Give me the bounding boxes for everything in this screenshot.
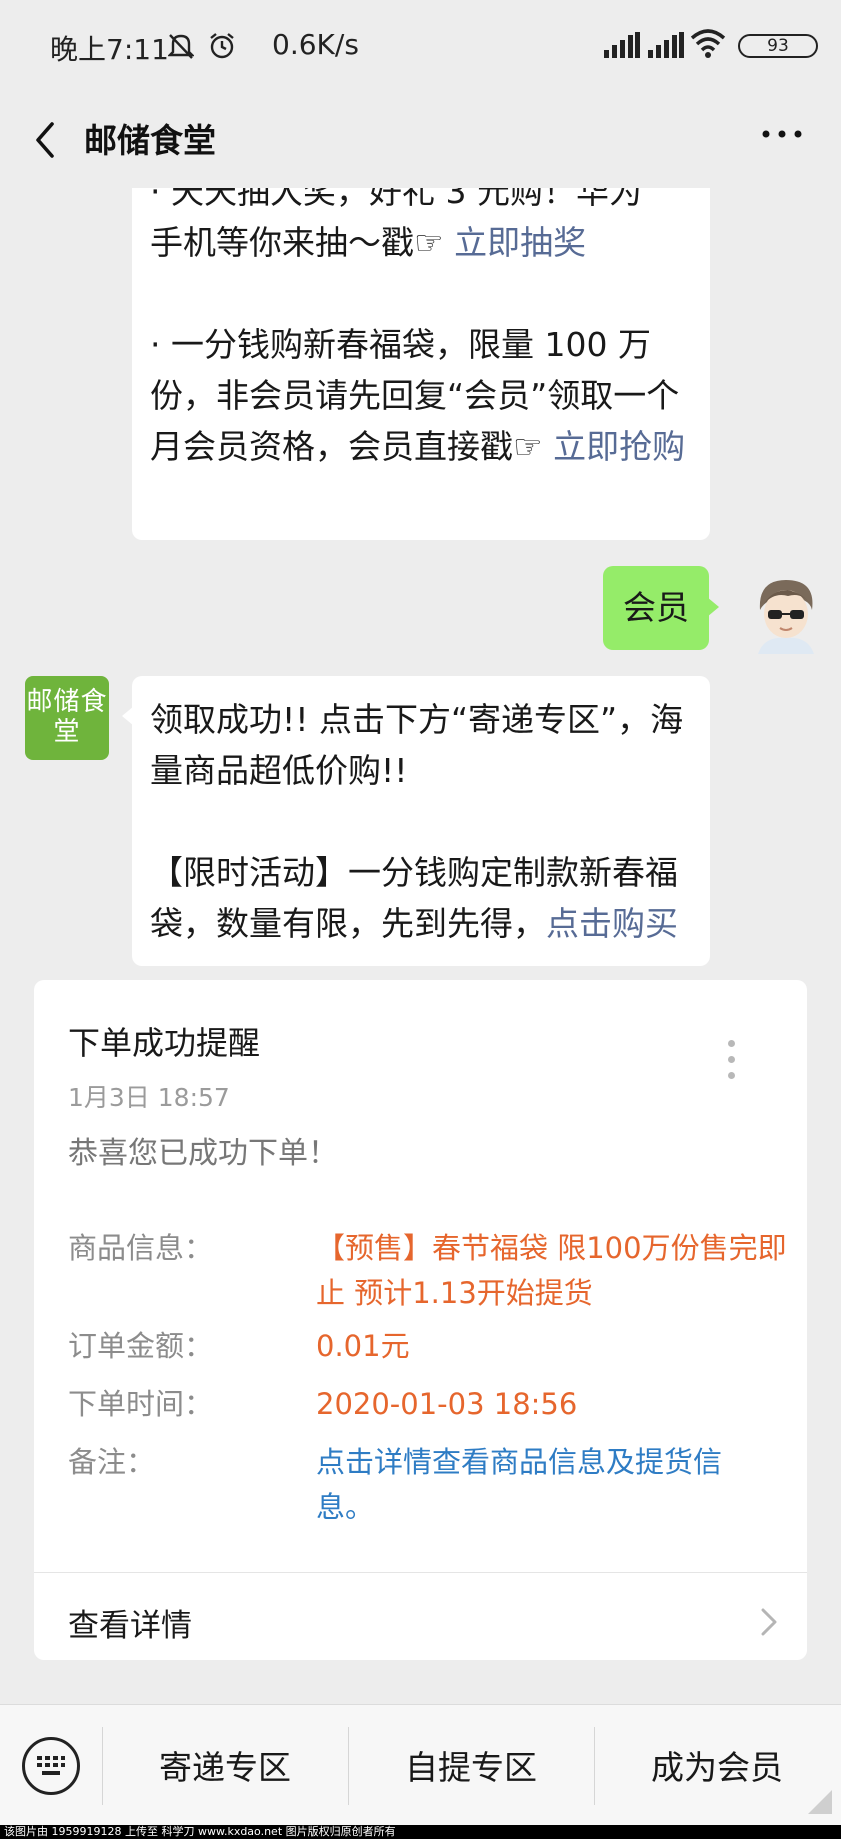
mute-bell-icon — [167, 33, 195, 59]
chat-area[interactable]: · 天天抽大奖，好礼 3 元购！华为 手机等你来抽～戳☞ 立即抽奖 · 一分钱购… — [0, 188, 841, 1704]
bot-message: 领取成功!! 点击下方“寄递专区”，海量商品超低价购!! 【限时活动】一分钱购定… — [122, 676, 710, 966]
battery-icon: 93 — [738, 34, 818, 58]
card-date: 1月3日 18:57 — [68, 1083, 230, 1112]
divider — [34, 1572, 807, 1573]
row-value: 0.01元 — [316, 1329, 410, 1363]
message-text-line: 【限时活动】一分钱购定制款新春福袋，数量有限，先到先得，点击购买 — [150, 847, 692, 949]
order-row-time: 下单时间： 2020-01-03 18:56 — [68, 1382, 798, 1427]
chat-title: 邮储食堂 — [84, 121, 216, 160]
signal-icon — [648, 32, 684, 58]
wifi-icon — [690, 29, 726, 58]
keyboard-icon — [37, 1756, 65, 1775]
network-speed: 0.6K/s — [272, 28, 359, 61]
back-arrow-icon[interactable] — [26, 116, 66, 164]
row-label: 订单金额： — [68, 1329, 214, 1363]
message-text: 领取成功!! 点击下方“寄递专区”，海量商品超低价购!! — [150, 700, 684, 790]
status-bar: 晚上7:11 0.6K/s 93 — [0, 0, 841, 92]
mute-alarm-icons — [167, 30, 236, 60]
message-text-line: · 一分钱购新春福袋，限量 100 万份，非会员请先回复“会员”领取一个月会员资… — [150, 319, 692, 472]
more-options-icon[interactable] — [760, 124, 804, 144]
user-message: 会员 — [603, 566, 719, 650]
menu-item-delivery[interactable]: 寄递专区 — [102, 1741, 348, 1789]
menu-item-pickup[interactable]: 自提专区 — [348, 1741, 594, 1789]
bot-avatar[interactable]: 邮储食堂 — [25, 676, 109, 760]
buy-link[interactable]: 点击购买 — [546, 904, 678, 943]
watermark-strip: 该图片由 1959919128 上传至 科学刀 www.kxdao.net 图片… — [0, 1825, 841, 1839]
view-details-link[interactable]: 查看详情 — [68, 1600, 192, 1645]
menu-item-membership[interactable]: 成为会员 — [594, 1741, 840, 1789]
bottom-menu-bar: 寄递专区 自提专区 成为会员 — [0, 1704, 841, 1826]
row-label: 下单时间： — [68, 1387, 214, 1421]
signal-icon — [604, 32, 640, 58]
card-title: 下单成功提醒 — [68, 1024, 261, 1062]
message-text: · 天天抽大奖，好礼 3 元购！华为 — [150, 188, 642, 211]
order-row-product: 商品信息： 【预售】春节福袋 限100万份售完即止 预计1.13开始提货 — [68, 1226, 798, 1318]
bot-message: · 天天抽大奖，好礼 3 元购！华为 手机等你来抽～戳☞ 立即抽奖 · 一分钱购… — [132, 188, 710, 540]
row-label: 商品信息： — [68, 1231, 214, 1265]
message-text: 手机等你来抽～戳☞ — [150, 223, 455, 262]
user-avatar[interactable] — [744, 570, 828, 654]
lottery-link[interactable]: 立即抽奖 — [454, 223, 586, 262]
card-intro: 恭喜您已成功下单！ — [68, 1136, 338, 1171]
buy-now-link[interactable]: 立即抢购 — [553, 427, 685, 466]
card-menu-icon[interactable] — [728, 1040, 738, 1080]
keyboard-toggle-button[interactable] — [22, 1737, 80, 1795]
order-row-note: 备注： 点击详情查看商品信息及提货信息。 — [68, 1440, 798, 1532]
status-time: 晚上7:11 — [50, 33, 169, 66]
message-text-line: 手机等你来抽～戳☞ 立即抽奖 — [150, 217, 692, 268]
order-row-amount: 订单金额： 0.01元 — [68, 1324, 798, 1369]
alarm-icon — [210, 32, 235, 58]
resize-handle-icon — [808, 1790, 832, 1814]
row-value: 点击详情查看商品信息及提货信息。 — [316, 1445, 723, 1524]
row-label: 备注： — [68, 1445, 156, 1479]
row-value: 2020-01-03 18:56 — [316, 1387, 578, 1421]
row-value: 【预售】春节福袋 限100万份售完即止 预计1.13开始提货 — [316, 1231, 787, 1310]
chevron-right-icon — [761, 1608, 777, 1636]
nav-bar: 邮储食堂 — [0, 92, 841, 188]
order-notification-card[interactable]: 下单成功提醒 1月3日 18:57 恭喜您已成功下单！ 商品信息： 【预售】春节… — [34, 980, 807, 1660]
